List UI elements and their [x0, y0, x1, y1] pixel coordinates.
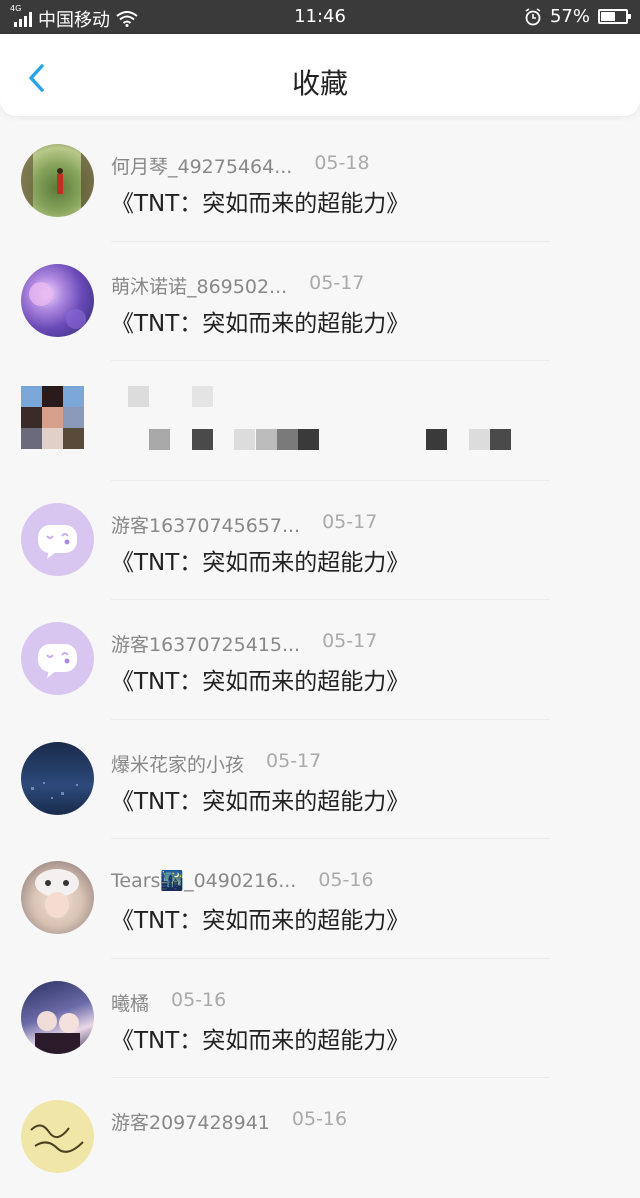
list-item-obscured[interactable]: [0, 361, 640, 481]
navigation-bar: 收藏: [0, 34, 640, 116]
date: 05-17: [322, 510, 378, 533]
battery-fill: [601, 12, 615, 21]
work-title[interactable]: 《TNT：突如而来的超能力》: [111, 662, 409, 696]
list-item[interactable]: 曦橘 05-16 《TNT：突如而来的超能力》: [0, 959, 640, 1078]
date: 05-17: [266, 749, 322, 772]
username: 游客2097428941: [111, 1112, 270, 1134]
username: 游客16370725415...: [111, 634, 301, 656]
work-title[interactable]: 《TNT：突如而来的超能力》: [111, 901, 409, 935]
work-title[interactable]: 《TNT：突如而来的超能力》: [111, 304, 409, 338]
list-item[interactable]: 何月琴_49275464... 05-18 《TNT：突如而来的超能力》: [0, 122, 640, 242]
username: 萌沐诺诺_869502...: [111, 275, 288, 298]
avatar[interactable]: [21, 741, 94, 815]
battery-percent: 57%: [549, 6, 590, 27]
list-item[interactable]: 萌沐诺诺_869502... 05-17 《TNT：突如而来的超能力》: [0, 242, 640, 361]
work-title[interactable]: 《TNT：突如而来的超能力》: [111, 1021, 409, 1055]
avatar[interactable]: [21, 861, 94, 934]
work-title[interactable]: 《TNT：突如而来的超能力》: [111, 184, 409, 218]
work-title[interactable]: 《TNT：突如而来的超能力》: [111, 782, 409, 816]
favorites-list: 何月琴_49275464... 05-18 《TNT：突如而来的超能力》 萌沐诺诺…: [0, 122, 640, 1198]
battery-icon: [598, 9, 631, 24]
username: 爆米花家的小孩: [111, 753, 245, 776]
list-item[interactable]: 游客16370745657... 05-17 《TNT：突如而来的超能力》: [0, 481, 640, 600]
username: 曦橘: [111, 992, 150, 1015]
pixelated-avatar: [21, 386, 84, 449]
username: 何月琴_49275464...: [111, 156, 293, 178]
avatar[interactable]: [21, 980, 94, 1054]
date: 05-16: [318, 869, 374, 891]
list-item[interactable]: Tears🌃_0490216... 05-16 《TNT：突如而来的超能力》: [0, 839, 640, 959]
default-avatar-icon[interactable]: [21, 622, 94, 695]
date: 05-18: [314, 152, 370, 174]
date: 05-17: [309, 271, 365, 294]
date: 05-17: [322, 630, 378, 652]
avatar[interactable]: [21, 144, 94, 217]
date: 05-16: [291, 1108, 348, 1130]
page-title: 收藏: [291, 67, 348, 100]
work-title[interactable]: 《TNT：突如而来的超能力》: [111, 543, 409, 577]
username: Tears🌃_0490216...: [111, 870, 297, 892]
avatar[interactable]: [21, 1100, 94, 1173]
alarm-icon: [525, 7, 541, 25]
default-avatar-icon[interactable]: [21, 502, 94, 576]
list-item[interactable]: 爆米花家的小孩 05-17 《TNT：突如而来的超能力》: [0, 720, 640, 839]
date: 05-16: [171, 988, 227, 1011]
avatar[interactable]: [21, 263, 94, 337]
status-bar: 4G 中国移动 11:46 57%: [0, 0, 640, 34]
username: 游客16370745657...: [111, 514, 301, 537]
list-item[interactable]: 游客16370725415... 05-17 《TNT：突如而来的超能力》: [0, 600, 640, 720]
